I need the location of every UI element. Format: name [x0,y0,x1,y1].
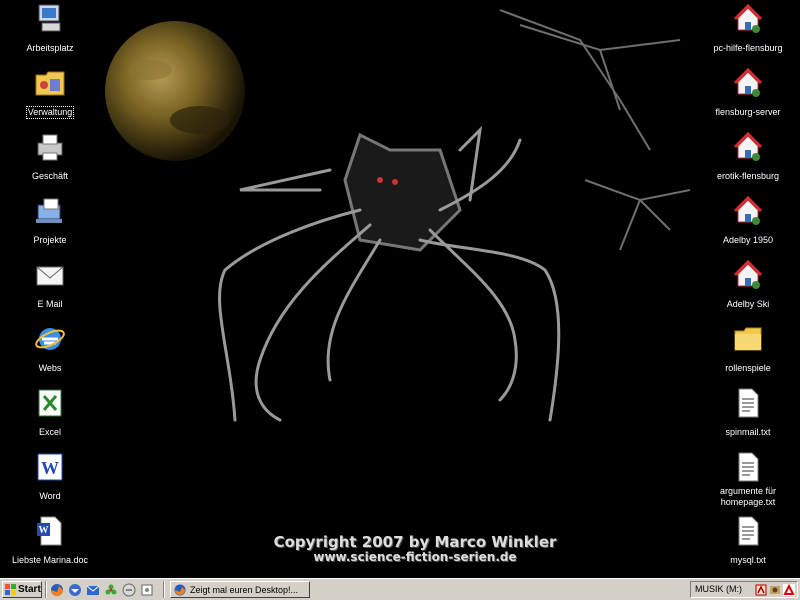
word-document-icon: W [37,516,62,546]
thunderbird-icon[interactable] [68,583,82,597]
taskbar-window-button[interactable]: Zeigt mal euren Desktop!... [170,581,310,598]
desktop-icon-verwaltung[interactable]: Verwaltung [5,67,95,120]
desktop-icon-rollenspiele[interactable]: rollenspiele [703,323,793,376]
taskbar-separator [45,581,47,598]
text-file-icon [738,452,759,482]
desktop-icon-label: Arbeitsplatz [26,43,74,53]
desktop-icon-pc-hilfe-flensburg[interactable]: pc-hilfe-flensburg [703,3,793,56]
desktop-icon-word[interactable]: W Word [5,451,95,504]
desktop-icon-adelby-1950[interactable]: Adelby 1950 [703,195,793,248]
network-home-icon [733,195,763,225]
desktop-icon-label: flensburg-server [715,107,781,117]
desktop-icon-label: Adelby 1950 [722,235,774,245]
desktop-icon-e-mail[interactable]: E Mail [5,259,95,312]
tray-tool-icon[interactable] [769,584,781,596]
folder-icon [734,327,762,351]
desktop-icon-label: Geschäft [31,171,69,181]
desktop-icon-erotik-flensburg[interactable]: erotik-flensburg [703,131,793,184]
desktop-icon-liebste-marina-doc[interactable]: W Liebste Marina.doc [5,515,95,568]
wallpaper-copyright-text: Copyright 2007 by Marco Winkler [273,533,557,551]
firefox-icon[interactable] [50,583,64,597]
taskbar-window-title: Zeigt mal euren Desktop!... [190,584,299,595]
desktop-icon-excel[interactable]: Excel [5,387,95,440]
tray-antivirus-icon[interactable] [783,584,795,596]
desktop-icon-label: E Mail [37,299,63,309]
windows-logo-icon [5,584,16,595]
desktop-icon-webs[interactable]: Webs [5,323,95,376]
network-home-icon [733,67,763,97]
desktop-icon-spinmail-txt[interactable]: spinmail.txt [703,387,793,440]
text-file-icon [738,516,759,546]
desktop-icon-label: mysql.txt [730,555,766,565]
taskbar: Start Zeigt mal euren Desktop!... MUSIK … [0,578,800,600]
icq-icon[interactable] [104,583,118,597]
network-home-icon [733,259,763,289]
desktop-icon-mysql-txt[interactable]: mysql.txt [703,515,793,568]
mail-icon[interactable] [86,583,100,597]
desktop-icon-gesch-ft[interactable]: Geschäft [5,131,95,184]
desktop-icon-flensburg-server[interactable]: flensburg-server [703,67,793,120]
planet-image [105,21,245,161]
desktop-icon-projekte[interactable]: Projekte [5,195,95,248]
desktop-icon-arbeitsplatz[interactable]: Arbeitsplatz [5,3,95,56]
my-computer-icon [38,4,61,32]
desktop-icon-label: rollenspiele [725,363,771,373]
wallpaper-website-text: www.science-fiction-serien.de [313,550,517,564]
start-label: Start [18,584,41,595]
desktop-icon-label: Excel [38,427,61,437]
control-panel-folder-icon [35,71,65,96]
desktop-icon-label: Webs [38,363,62,373]
svg-text:W: W [39,525,49,536]
excel-icon [38,389,62,417]
system-tray: MUSIK (M:) [690,581,798,598]
flying-creature-image [499,9,691,251]
taskbar-separator [163,581,165,598]
svg-text:W: W [41,458,59,478]
desktop-icon-label: Projekte [33,235,67,245]
tray-app-icon[interactable] [755,584,767,596]
network-home-icon [733,3,763,33]
word-icon: W [37,453,63,481]
printer-icon [37,134,63,161]
spider-creature-image [218,125,561,422]
text-file-icon [738,388,759,418]
desktop-icon-label: Liebste Marina.doc [11,555,89,565]
desktop-icon-label: Word [39,491,61,501]
desktop-icon-label: erotik-flensburg [716,171,780,181]
start-button[interactable]: Start [2,581,42,598]
media-icon[interactable] [140,583,154,597]
desktop-icon-adelby-ski[interactable]: Adelby Ski [703,259,793,312]
internet-explorer-icon [35,328,65,350]
desktop-icon-label: Verwaltung [25,106,75,119]
ie-icon[interactable] [122,583,136,597]
tray-drive-label[interactable]: MUSIK (M:) [695,584,742,594]
email-envelope-icon [36,266,64,286]
desktop-icon-label: Adelby Ski [726,299,770,309]
desktop-icon-argumente-f-r-homepage-txt[interactable]: argumente für homepage.txt [703,451,793,510]
desktop-icon-label: argumente für homepage.txt [719,486,777,507]
firefox-icon [174,584,186,595]
projects-icon [36,198,62,223]
network-home-icon [733,131,763,161]
desktop-icon-label: spinmail.txt [725,427,771,437]
desktop-icon-label: pc-hilfe-flensburg [713,43,783,53]
desktop-wallpaper [105,9,691,422]
